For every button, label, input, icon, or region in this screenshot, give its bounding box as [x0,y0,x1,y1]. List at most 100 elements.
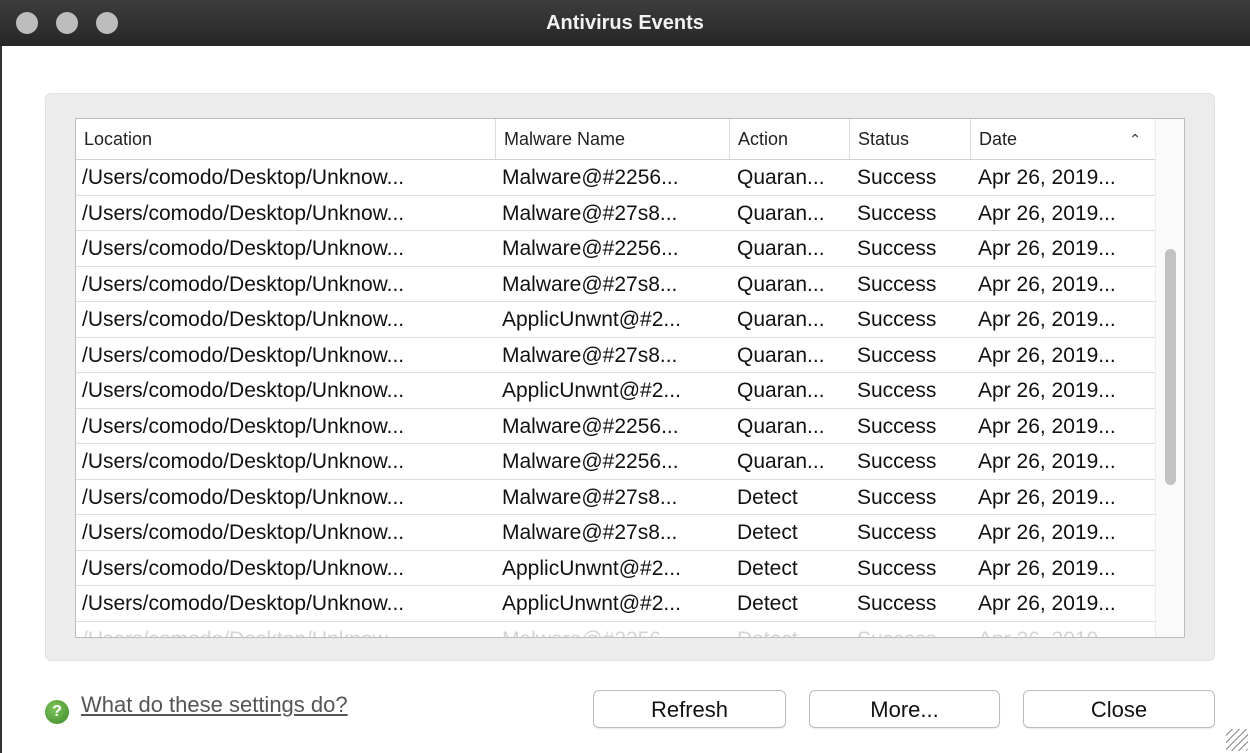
cell-malware-name: ApplicUnwnt@#2... [502,556,681,580]
cell-action: Detect [737,622,850,638]
table-row[interactable]: /Users/comodo/Desktop/Unknow... ApplicUnw… [76,551,1156,586]
cell-status: Success [857,379,937,402]
cell-malware-name: Malware@#2256... [502,622,730,638]
cell-malware-name: Malware@#2256... [502,414,679,438]
table-row[interactable]: /Users/comodo/Desktop/Unknow... Malware@#… [76,480,1156,515]
cell-action: Quaran... [737,272,825,296]
cell-location: /Users/comodo/Desktop/Unknow... [82,272,405,296]
cell-date: Apr 26, 2019... [978,201,1116,225]
cell-status: Success [857,237,937,260]
events-table: Location Malware Name Action Status Date… [75,118,1185,638]
cell-date: Apr 26, 2019... [978,237,1116,260]
cell-status: Success [857,485,937,509]
cell-action: Quaran... [737,308,825,331]
cell-location: /Users/comodo/Desktop/Unknow... [82,201,405,225]
table-row[interactable]: /Users/comodo/Desktop/Unknow... Malware@#… [76,338,1156,373]
column-header-location[interactable]: Location [76,119,496,159]
cell-malware-name: Malware@#2256... [502,450,679,473]
cell-location: /Users/comodo/Desktop/Unknow... [82,485,405,509]
column-header-date[interactable]: Date ⌃ [971,119,1156,159]
column-header-malware-name[interactable]: Malware Name [496,119,730,159]
cell-malware-name: Malware@#27s8... [502,485,678,509]
cell-status: Success [857,272,937,296]
table-row[interactable]: /Users/comodo/Desktop/Unknow... Malware@#… [76,160,1156,196]
cell-date: Apr 26, 2019... [978,556,1116,580]
cell-status: Success [857,414,937,438]
table-row[interactable]: /Users/comodo/Desktop/Unknow... Malware@#… [76,267,1156,302]
cell-malware-name: ApplicUnwnt@#2... [502,379,681,402]
cell-date: Apr 26, 2019... [978,592,1116,615]
cell-action: Quaran... [737,201,825,225]
cell-date: Apr 26, 2019... [978,414,1116,438]
cell-status: Success [857,592,937,615]
cell-malware-name: Malware@#2256... [502,166,679,189]
cell-status: Success [857,622,971,638]
cell-action: Quaran... [737,414,825,438]
cell-action: Quaran... [737,450,825,473]
chevron-up-icon: ⌃ [1129,131,1141,147]
cell-date: Apr 26, 2019... [978,485,1116,509]
cell-malware-name: Malware@#27s8... [502,201,678,225]
cell-status: Success [857,450,937,473]
cell-location: /Users/comodo/Desktop/Unknow... [82,622,492,638]
cell-status: Success [857,343,937,367]
cell-action: Detect [737,556,798,580]
cell-action: Detect [737,592,798,615]
cell-malware-name: Malware@#27s8... [502,272,678,296]
cell-location: /Users/comodo/Desktop/Unknow... [82,450,405,473]
title-bar: Antivirus Events [0,0,1250,46]
cell-location: /Users/comodo/Desktop/Unknow... [82,592,405,615]
table-row[interactable]: /Users/comodo/Desktop/Unknow... ApplicUnw… [76,302,1156,338]
cell-date: Apr 26, 2019... [978,622,1156,638]
cell-location: /Users/comodo/Desktop/Unknow... [82,556,405,580]
cell-location: /Users/comodo/Desktop/Unknow... [82,237,405,260]
cell-date: Apr 26, 2019... [978,379,1116,402]
cell-malware-name: Malware@#2256... [502,237,679,260]
help-link[interactable]: What do these settings do? [81,692,348,718]
cell-date: Apr 26, 2019... [978,343,1116,367]
cell-status: Success [857,521,937,544]
table-body: /Users/comodo/Desktop/Unknow... Malware@#… [76,160,1156,638]
cell-malware-name: ApplicUnwnt@#2... [502,592,681,615]
cell-date: Apr 26, 2019... [978,450,1116,473]
vertical-scrollbar[interactable] [1155,119,1184,637]
cell-action: Quaran... [737,237,825,260]
refresh-button[interactable]: Refresh [593,690,786,728]
table-row[interactable]: /Users/comodo/Desktop/Unknow... ApplicUnw… [76,373,1156,409]
scroll-thumb[interactable] [1165,249,1176,485]
cell-status: Success [857,556,937,580]
table-row[interactable]: /Users/comodo/Desktop/Unknow... Malware@#… [76,515,1156,551]
cell-action: Quaran... [737,343,825,367]
cell-action: Quaran... [737,166,825,189]
cell-action: Detect [737,521,798,544]
column-header-action[interactable]: Action [730,119,850,159]
table-row[interactable]: /Users/comodo/Desktop/Unknow... ApplicUnw… [76,586,1156,622]
cell-malware-name: Malware@#27s8... [502,521,678,544]
column-header-status[interactable]: Status [850,119,971,159]
cell-action: Detect [737,485,798,509]
question-circle-icon[interactable]: ? [45,700,69,724]
cell-date: Apr 26, 2019... [978,308,1116,331]
resize-grip[interactable] [1226,729,1248,751]
cell-location: /Users/comodo/Desktop/Unknow... [82,521,405,544]
cell-status: Success [857,166,937,189]
table-row[interactable]: /Users/comodo/Desktop/Unknow... Malware@#… [76,231,1156,267]
table-row[interactable]: /Users/comodo/Desktop/Unknow... Malware@#… [76,196,1156,231]
table-row[interactable]: /Users/comodo/Desktop/Unknow... Malware@#… [76,622,1156,638]
close-button[interactable]: Close [1023,690,1215,728]
cell-location: /Users/comodo/Desktop/Unknow... [82,379,405,402]
cell-status: Success [857,201,937,225]
table-row[interactable]: /Users/comodo/Desktop/Unknow... Malware@#… [76,444,1156,480]
table-header: Location Malware Name Action Status Date… [76,119,1156,160]
cell-malware-name: ApplicUnwnt@#2... [502,308,681,331]
cell-malware-name: Malware@#27s8... [502,343,678,367]
cell-action: Quaran... [737,379,825,402]
cell-location: /Users/comodo/Desktop/Unknow... [82,308,405,331]
cell-status: Success [857,308,937,331]
cell-location: /Users/comodo/Desktop/Unknow... [82,343,405,367]
cell-date: Apr 26, 2019... [978,521,1116,544]
window-title: Antivirus Events [546,12,704,34]
more-button[interactable]: More... [809,690,1000,728]
cell-date: Apr 26, 2019... [978,166,1116,189]
table-row[interactable]: /Users/comodo/Desktop/Unknow... Malware@#… [76,409,1156,444]
